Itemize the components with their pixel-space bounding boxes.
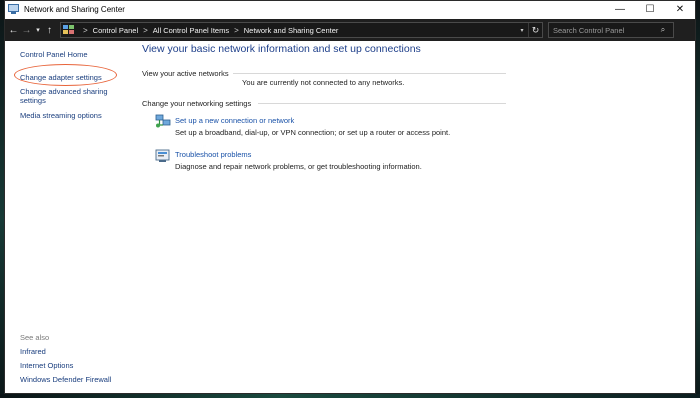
section-divider bbox=[258, 103, 506, 104]
network-sharing-center-window: Network and Sharing Center — ☐ ✕ ← → ▾ ↑… bbox=[4, 0, 696, 394]
close-button[interactable]: ✕ bbox=[665, 1, 695, 19]
active-networks-heading: View your active networks bbox=[142, 69, 229, 78]
address-bar[interactable]: > Control Panel > All Control Panel Item… bbox=[60, 22, 543, 38]
sidebar: Control Panel Home Change adapter settin… bbox=[5, 42, 133, 395]
change-advanced-sharing-link[interactable]: Change advanced sharing settings bbox=[20, 87, 120, 105]
breadcrumb-separator[interactable]: > bbox=[234, 26, 239, 35]
maximize-button[interactable]: ☐ bbox=[635, 1, 665, 19]
address-dropdown-icon[interactable]: ▾ bbox=[516, 27, 528, 34]
up-arrow-icon[interactable]: ↑ bbox=[43, 21, 56, 39]
windows-defender-firewall-link[interactable]: Windows Defender Firewall bbox=[20, 375, 130, 384]
control-panel-home-link[interactable]: Control Panel Home bbox=[20, 50, 130, 59]
navigation-bar: ← → ▾ ↑ > Control Panel > All Control Pa… bbox=[5, 19, 695, 41]
media-streaming-options-link[interactable]: Media streaming options bbox=[20, 111, 130, 120]
network-setup-icon bbox=[155, 114, 171, 128]
search-input[interactable] bbox=[549, 25, 657, 35]
refresh-icon[interactable]: ↻ bbox=[528, 23, 542, 37]
search-icon[interactable]: ⌕ bbox=[657, 25, 669, 35]
recent-locations-icon[interactable]: ▾ bbox=[33, 21, 43, 39]
breadcrumb-network-sharing[interactable]: Network and Sharing Center bbox=[244, 26, 339, 35]
troubleshoot-icon bbox=[155, 149, 170, 162]
window-controls: — ☐ ✕ bbox=[605, 1, 695, 19]
page-title: View your basic network information and … bbox=[142, 43, 421, 55]
breadcrumb-control-panel[interactable]: Control Panel bbox=[93, 26, 138, 35]
search-box[interactable]: ⌕ bbox=[548, 22, 674, 38]
networking-settings-heading: Change your networking settings bbox=[142, 99, 252, 108]
window-title: Network and Sharing Center bbox=[24, 5, 125, 14]
breadcrumb-separator[interactable]: > bbox=[143, 26, 148, 35]
network-app-icon bbox=[8, 4, 19, 15]
forward-arrow-icon[interactable]: → bbox=[20, 21, 33, 39]
breadcrumb-separator[interactable]: > bbox=[83, 26, 88, 35]
breadcrumb-all-items[interactable]: All Control Panel Items bbox=[153, 26, 229, 35]
desktop-background-right bbox=[696, 0, 700, 398]
minimize-button[interactable]: — bbox=[605, 1, 635, 19]
section-divider bbox=[233, 73, 506, 74]
setup-connection-link[interactable]: Set up a new connection or network bbox=[175, 116, 294, 125]
change-adapter-settings-link[interactable]: Change adapter settings bbox=[20, 73, 130, 82]
troubleshoot-problems-link[interactable]: Troubleshoot problems bbox=[175, 150, 251, 159]
title-bar[interactable]: Network and Sharing Center — ☐ ✕ bbox=[5, 1, 695, 19]
network-status-text: You are currently not connected to any n… bbox=[242, 78, 405, 87]
setup-connection-description: Set up a broadband, dial-up, or VPN conn… bbox=[175, 128, 451, 137]
control-panel-icon bbox=[63, 25, 75, 35]
troubleshoot-problems-description: Diagnose and repair network problems, or… bbox=[175, 162, 422, 171]
infrared-link[interactable]: Infrared bbox=[20, 347, 130, 356]
internet-options-link[interactable]: Internet Options bbox=[20, 361, 130, 370]
back-arrow-icon[interactable]: ← bbox=[7, 21, 20, 39]
see-also-heading: See also bbox=[20, 333, 50, 342]
content-area: Control Panel Home Change adapter settin… bbox=[5, 42, 695, 393]
